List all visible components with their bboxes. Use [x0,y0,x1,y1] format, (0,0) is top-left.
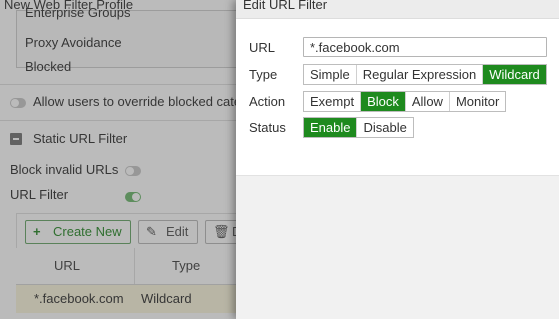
type-option-regular-expression[interactable]: Regular Expression [357,65,484,84]
status-option-disable[interactable]: Disable [357,118,412,137]
type-label: Type [249,67,278,82]
dialog-title: Edit URL Filter [243,0,328,12]
dialog-body: URL Type Simple Regular Expression Wildc… [236,19,559,175]
dialog-header: Edit URL Filter [236,0,559,19]
edit-url-filter-dialog: Edit URL Filter URL Type Simple Regular … [236,0,559,319]
url-input[interactable] [303,37,547,57]
status-label: Status [249,120,286,135]
status-selector: Enable Disable [303,117,414,138]
type-option-wildcard[interactable]: Wildcard [483,65,546,84]
action-selector: Exempt Block Allow Monitor [303,91,507,112]
action-option-monitor[interactable]: Monitor [450,92,505,111]
url-label: URL [249,40,276,55]
action-label: Action [249,94,286,109]
status-option-enable[interactable]: Enable [304,118,358,137]
action-option-block[interactable]: Block [361,92,406,111]
action-option-exempt[interactable]: Exempt [304,92,362,111]
type-selector: Simple Regular Expression Wildcard [303,64,547,85]
type-option-simple[interactable]: Simple [304,65,357,84]
dialog-footer [236,175,559,319]
page: New Web Filter Profile Enterprise Groups… [0,0,559,319]
action-option-allow[interactable]: Allow [406,92,450,111]
